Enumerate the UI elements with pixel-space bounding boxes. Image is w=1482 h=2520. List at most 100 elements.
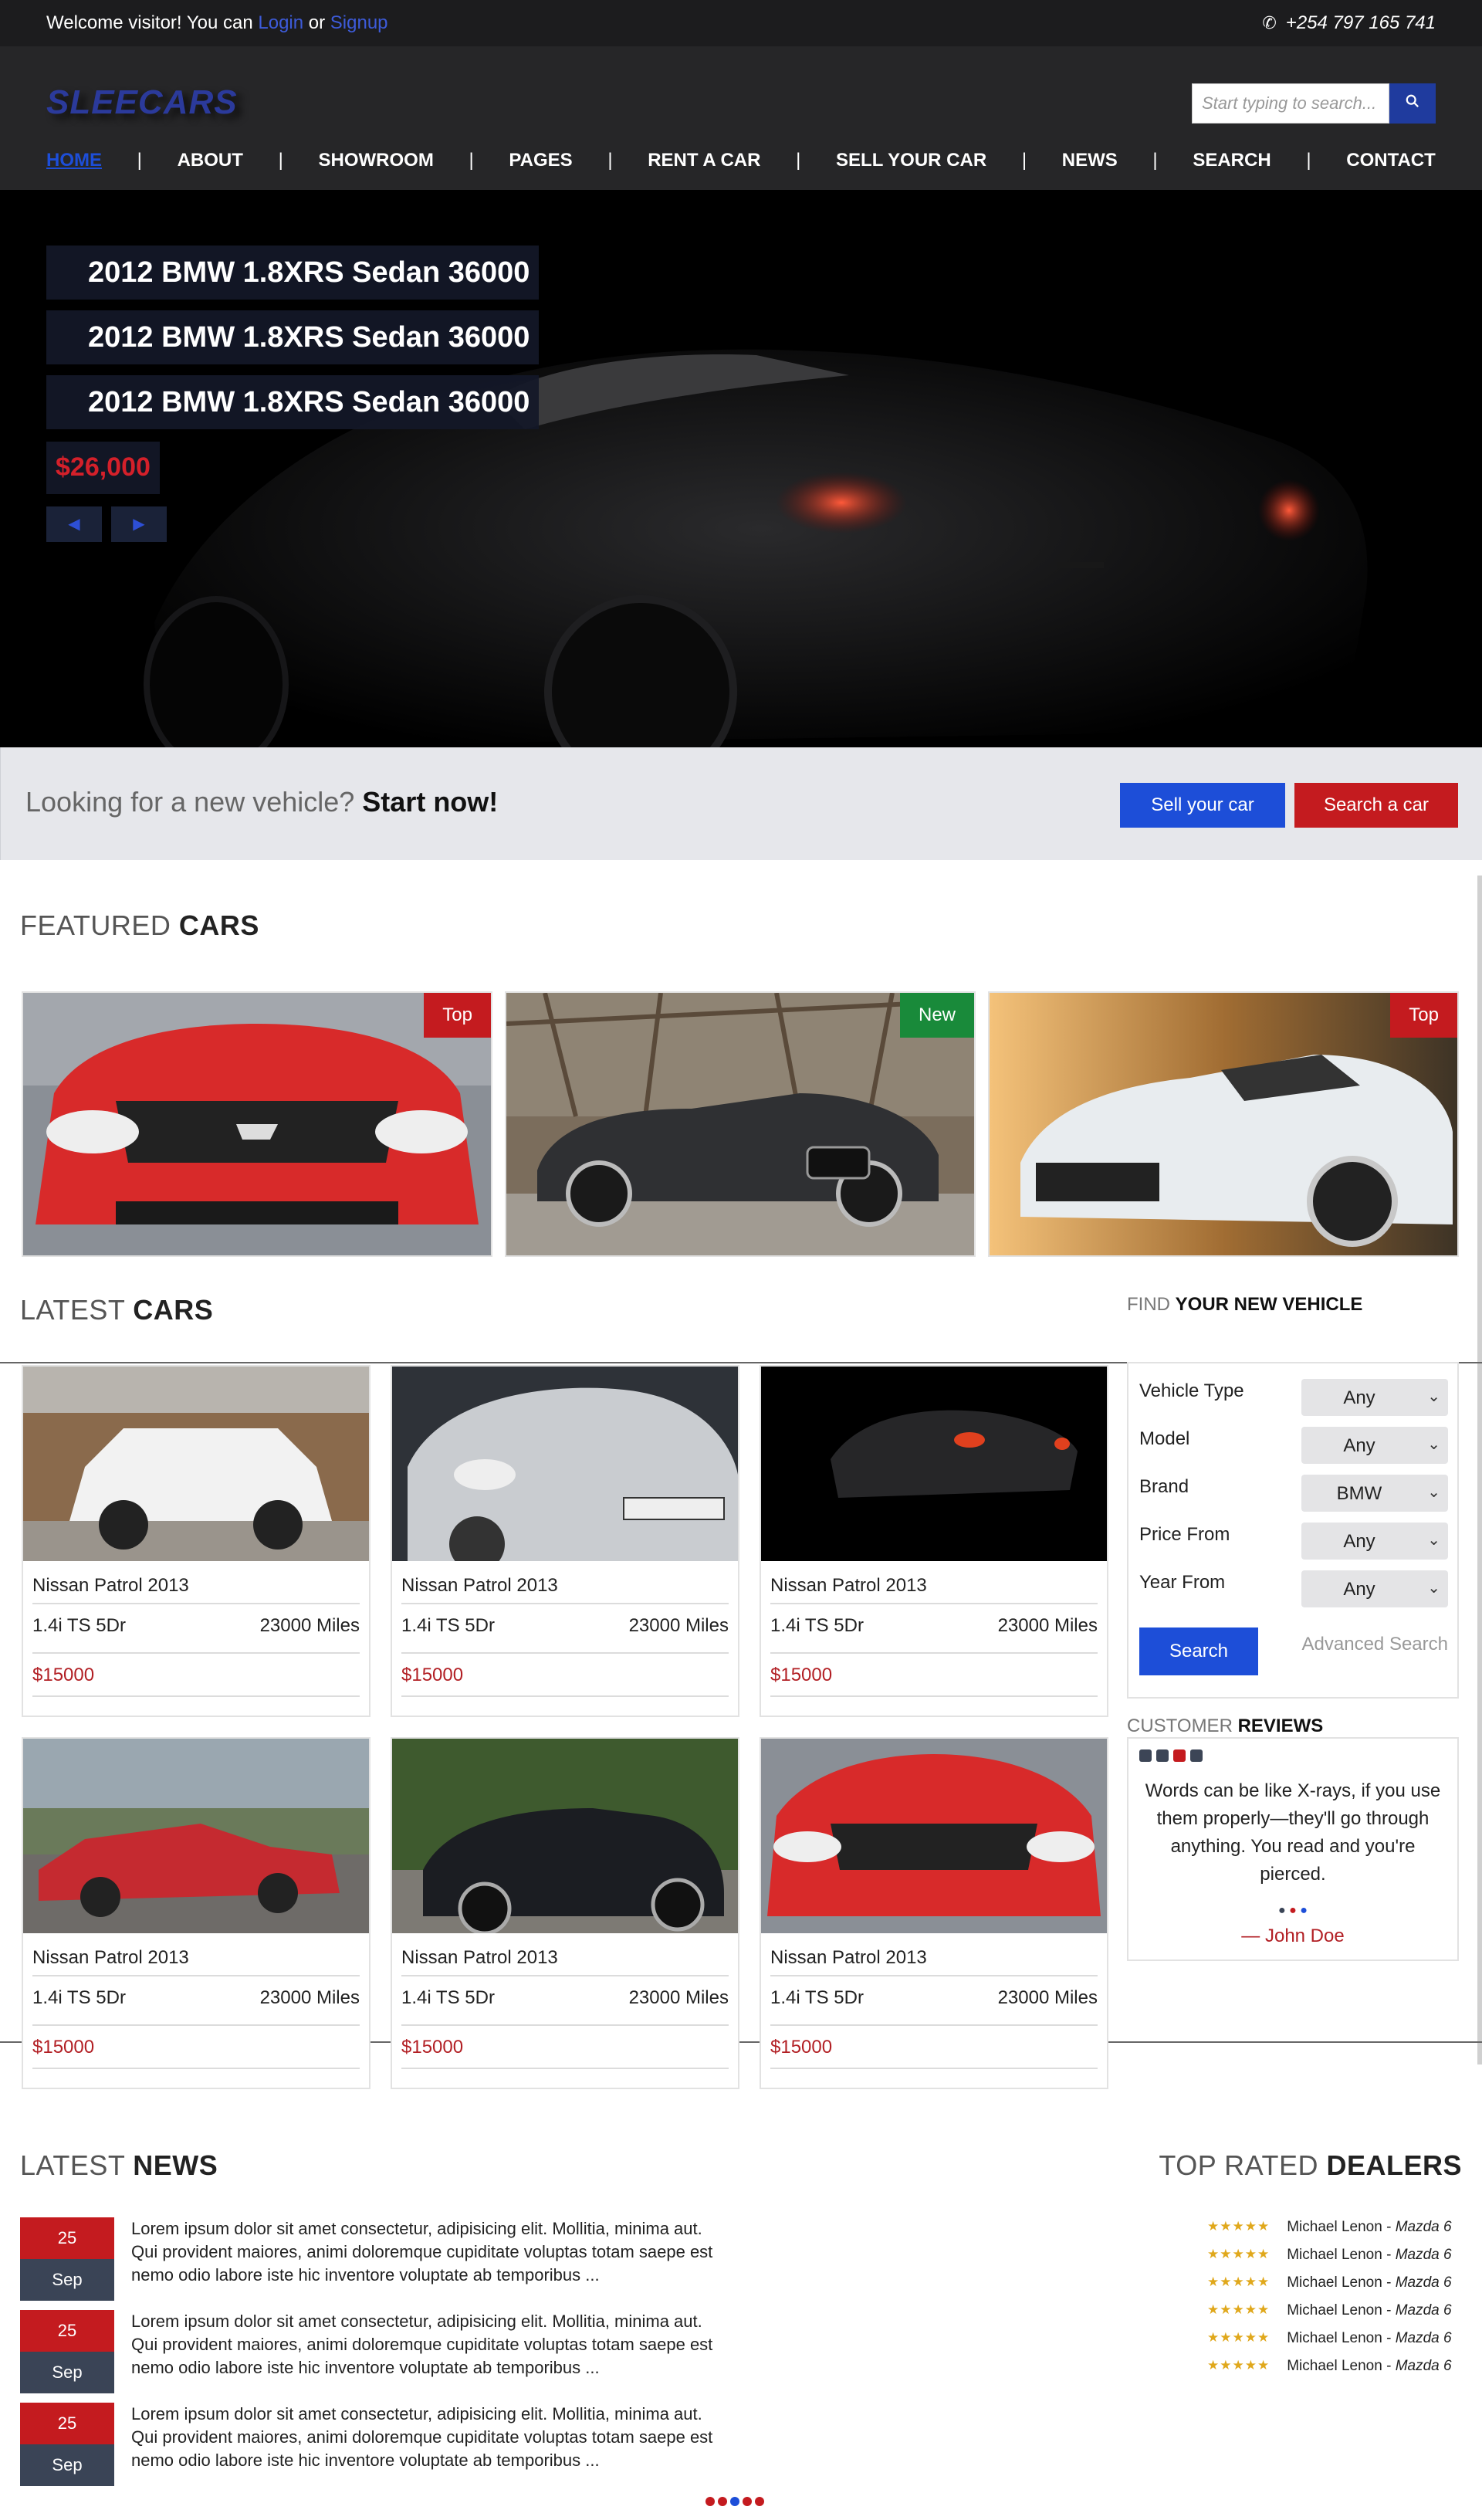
car-name: Nissan Patrol 2013 xyxy=(401,1575,558,1596)
nav-about[interactable]: ABOUT xyxy=(178,150,243,171)
star-icon: ★★★★★ xyxy=(1207,2274,1271,2289)
review-tab[interactable] xyxy=(1156,1749,1169,1762)
dealer-item[interactable]: ★★★★★ Michael Lenon - Mazda 6 xyxy=(1207,2247,1452,2264)
finder-search-button[interactable]: Search xyxy=(1139,1628,1258,1675)
nav-pages[interactable]: PAGES xyxy=(509,150,572,171)
nav-showroom[interactable]: SHOWROOM xyxy=(318,150,433,171)
advanced-search-link[interactable]: Advanced Search xyxy=(1302,1634,1448,1655)
car-thumbnail xyxy=(761,1739,1107,1933)
news-excerpt[interactable]: Lorem ipsum dolor sit amet consectetur, … xyxy=(131,2310,718,2379)
white-suv-image xyxy=(23,1367,369,1561)
card-divider xyxy=(401,1695,729,1697)
car-card[interactable]: Nissan Patrol 2013 1.4i TS 5Dr 23000 Mil… xyxy=(760,1365,1108,1717)
car-card[interactable]: Nissan Patrol 2013 1.4i TS 5Dr 23000 Mil… xyxy=(22,1365,370,1717)
dealer-item[interactable]: ★★★★★ Michael Lenon - Mazda 6 xyxy=(1207,2330,1452,2347)
price-from-select[interactable]: Any ⌄ xyxy=(1301,1522,1448,1560)
nav-search[interactable]: SEARCH xyxy=(1193,150,1271,171)
dealer-item[interactable]: ★★★★★ Michael Lenon - Mazda 6 xyxy=(1207,2274,1452,2291)
model-select[interactable]: Any ⌄ xyxy=(1301,1427,1448,1464)
card-divider xyxy=(401,1975,729,1976)
sell-your-car-button[interactable]: Sell your car xyxy=(1120,783,1285,828)
indicator-dot[interactable]: ● xyxy=(1278,1904,1286,1917)
car-card[interactable]: Nissan Patrol 2013 1.4i TS 5Dr 23000 Mil… xyxy=(391,1737,739,2089)
star-icon: ★★★★★ xyxy=(1207,2358,1271,2373)
nav-news[interactable]: NEWS xyxy=(1062,150,1118,171)
news-date: 25 Sep xyxy=(20,2217,114,2301)
card-divider xyxy=(770,1652,1098,1654)
pagination-dot[interactable] xyxy=(755,2497,764,2506)
search-a-car-button[interactable]: Search a car xyxy=(1294,783,1458,828)
car-spec: 1.4i TS 5Dr xyxy=(32,1615,126,1636)
indicator-dot[interactable]: ● xyxy=(1300,1904,1308,1917)
car-card[interactable]: Nissan Patrol 2013 1.4i TS 5Dr 23000 Mil… xyxy=(22,1737,370,2089)
year-from-select[interactable]: Any ⌄ xyxy=(1301,1570,1448,1607)
indicator-dot[interactable]: ● xyxy=(1289,1904,1297,1917)
featured-card[interactable]: Top xyxy=(22,991,492,1257)
dealer-name: Michael Lenon - Mazda 6 xyxy=(1287,2330,1451,2347)
login-link[interactable]: Login xyxy=(258,12,303,33)
dealer-item[interactable]: ★★★★★ Michael Lenon - Mazda 6 xyxy=(1207,2302,1452,2319)
news-month: Sep xyxy=(20,2444,114,2486)
car-price: $15000 xyxy=(32,2037,95,2058)
car-spec: 1.4i TS 5Dr xyxy=(770,1615,864,1636)
scrollbar[interactable] xyxy=(1477,876,1482,2064)
car-mileage: 23000 Miles xyxy=(628,1987,729,2008)
caret-right-icon: ▶ xyxy=(133,516,145,533)
dealer-name: Michael Lenon - Mazda 6 xyxy=(1287,2247,1451,2264)
top-bar: Welcome visitor! You can Login or Signup… xyxy=(0,0,1482,46)
featured-heading: FEATURED CARS xyxy=(20,909,259,942)
car-price: $15000 xyxy=(770,1665,833,1685)
featured-card[interactable]: New xyxy=(505,991,976,1257)
news-excerpt[interactable]: Lorem ipsum dolor sit amet consectetur, … xyxy=(131,2217,718,2287)
year-from-value: Any xyxy=(1343,1579,1375,1600)
white-camaro-image xyxy=(990,993,1457,1255)
brand-select[interactable]: BMW ⌄ xyxy=(1301,1475,1448,1512)
search-input[interactable] xyxy=(1192,83,1389,124)
car-card[interactable]: Nissan Patrol 2013 1.4i TS 5Dr 23000 Mil… xyxy=(760,1737,1108,2089)
news-month: Sep xyxy=(20,2352,114,2393)
nav-rent-a-car[interactable]: RENT A CAR xyxy=(648,150,760,171)
dealer-name-text: Michael Lenon - xyxy=(1287,2274,1392,2291)
nav-home[interactable]: HOME xyxy=(46,150,102,171)
car-mileage: 23000 Miles xyxy=(259,1615,360,1636)
main-nav: HOME | ABOUT | SHOWROOM | PAGES | RENT A… xyxy=(46,150,1436,171)
signup-link[interactable]: Signup xyxy=(330,12,388,33)
chevron-down-icon: ⌄ xyxy=(1427,1484,1440,1501)
dealers-heading-light: TOP RATED xyxy=(1159,2149,1318,2181)
featured-card[interactable]: Top xyxy=(988,991,1459,1257)
scrollbar-thumb[interactable] xyxy=(1477,876,1482,2064)
pagination-dot[interactable] xyxy=(730,2497,739,2506)
pagination-dot[interactable] xyxy=(718,2497,727,2506)
price-from-value: Any xyxy=(1343,1531,1375,1552)
dealers-heading-bold: DEALERS xyxy=(1326,2149,1462,2181)
red-mustang-image xyxy=(23,993,491,1255)
featured-heading-bold: CARS xyxy=(178,909,259,941)
dealer-item[interactable]: ★★★★★ Michael Lenon - Mazda 6 xyxy=(1207,2219,1452,2236)
car-card[interactable]: Nissan Patrol 2013 1.4i TS 5Dr 23000 Mil… xyxy=(391,1365,739,1717)
nav-sell-your-car[interactable]: SELL YOUR CAR xyxy=(836,150,986,171)
card-divider xyxy=(32,1695,360,1697)
nav-contact[interactable]: CONTACT xyxy=(1346,150,1436,171)
car-thumbnail xyxy=(23,1739,369,1933)
vehicle-type-label: Vehicle Type xyxy=(1139,1380,1244,1401)
dealer-item[interactable]: ★★★★★ Michael Lenon - Mazda 6 xyxy=(1207,2358,1452,2375)
search-button[interactable] xyxy=(1389,83,1436,124)
review-tab[interactable] xyxy=(1190,1749,1203,1762)
news-excerpt[interactable]: Lorem ipsum dolor sit amet consectetur, … xyxy=(131,2403,718,2472)
latest-cars-heading-light: LATEST xyxy=(20,1294,125,1326)
site-logo[interactable]: SLEECARS xyxy=(46,83,238,122)
pagination-dot[interactable] xyxy=(705,2497,715,2506)
featured-badge: Top xyxy=(424,993,491,1038)
nav-separator: | xyxy=(137,150,142,171)
hero-next-button[interactable]: ▶ xyxy=(111,506,167,542)
chevron-down-icon: ⌄ xyxy=(1427,1388,1440,1405)
hero-price: $26,000 xyxy=(46,442,160,494)
dealer-name-text: Michael Lenon - xyxy=(1287,2219,1392,2235)
car-thumbnail xyxy=(23,1367,369,1561)
review-tab[interactable] xyxy=(1139,1749,1152,1762)
review-tab[interactable] xyxy=(1173,1749,1186,1762)
vehicle-type-select[interactable]: Any ⌄ xyxy=(1301,1379,1448,1416)
pagination-dot[interactable] xyxy=(743,2497,752,2506)
card-divider xyxy=(770,1695,1098,1697)
hero-prev-button[interactable]: ◀ xyxy=(46,506,102,542)
